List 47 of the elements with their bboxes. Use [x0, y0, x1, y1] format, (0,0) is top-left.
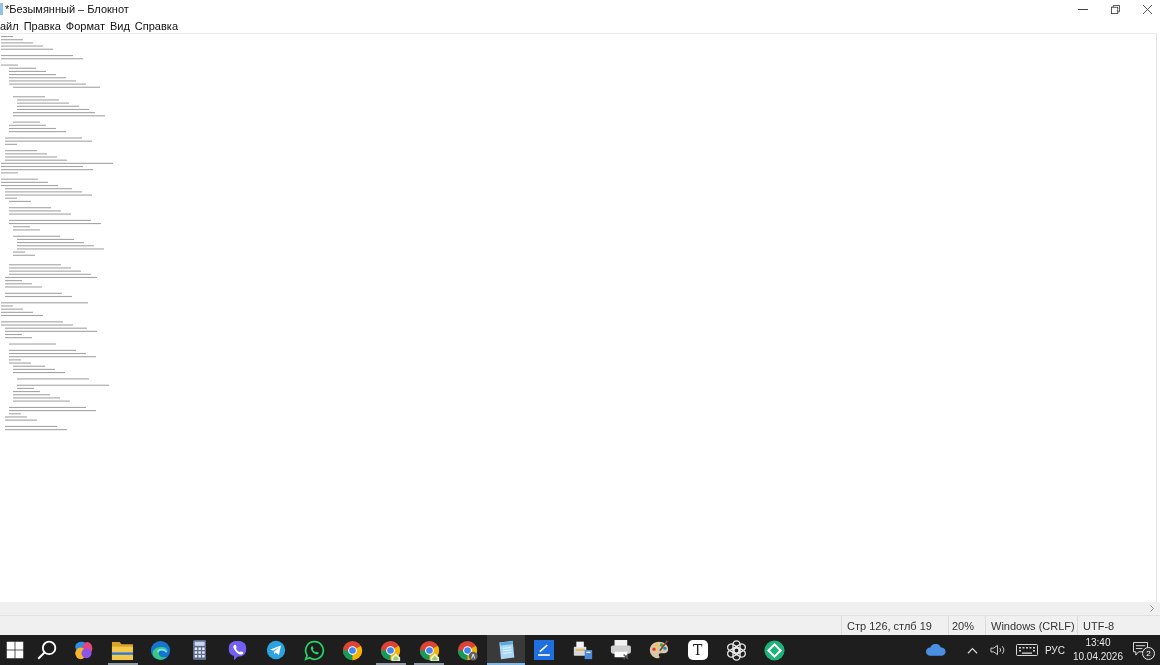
printer-icon: [610, 640, 632, 660]
swirl-icon: [150, 639, 172, 661]
segmented-ring-icon: [342, 639, 364, 661]
calculator-icon: [192, 640, 206, 660]
folder-icon: [111, 639, 134, 661]
taskbar-button[interactable]: [486, 635, 526, 665]
pen-tile-icon: [534, 640, 555, 660]
letter-tile-icon: T: [687, 640, 708, 660]
chevron-right-icon[interactable]: [1150, 605, 1154, 612]
zoom-level: 20%: [952, 619, 975, 632]
cloud-icon[interactable]: [925, 644, 946, 656]
phone-bubble-icon: [227, 639, 249, 661]
restore-icon: [1111, 4, 1120, 14]
menu-item[interactable]: айл: [0, 18, 20, 33]
menu-item[interactable]: Вид: [108, 18, 131, 33]
menu-item[interactable]: Правка: [22, 18, 62, 33]
chevron-up-icon[interactable]: [966, 646, 978, 654]
cursor-position: Стр 126, стлб 19: [847, 619, 932, 632]
clock-button[interactable]: 13:40 10.04.2026: [1072, 636, 1123, 664]
horizontal-scrollbar[interactable]: [0, 602, 1160, 615]
search-icon: [37, 640, 57, 660]
four-squares-icon: [5, 641, 24, 659]
petals-icon: [74, 640, 95, 660]
knot-icon: [725, 639, 747, 661]
close-icon: [1142, 4, 1152, 14]
speaker-icon[interactable]: [989, 644, 1005, 656]
paper-plane-icon: [265, 640, 286, 660]
keyboard-icon[interactable]: [1015, 644, 1038, 656]
menu-item[interactable]: Справка: [133, 18, 179, 33]
segmented-ring-badge-icon: [457, 639, 479, 661]
segmented-ring-badge-icon: [418, 639, 440, 661]
window-title: *Безымянный – Блокнот: [5, 3, 129, 15]
minimize-icon: [1077, 8, 1088, 10]
line-endings: Windows (CRLF): [991, 619, 1075, 632]
taskbar-button[interactable]: T: [678, 635, 717, 665]
segmented-ring-badge-icon: [380, 639, 402, 661]
notification-badge: 2: [1142, 647, 1155, 660]
language-indicator[interactable]: РУС: [1044, 644, 1065, 656]
notifications-button[interactable]: 2: [1133, 640, 1155, 660]
chat-phone-icon: [303, 639, 325, 661]
paint-palette-icon: [649, 640, 670, 660]
fax-machine-icon: [572, 640, 593, 660]
encoding: UTF-8: [1083, 619, 1115, 632]
app-icon: [0, 3, 3, 15]
menu-item[interactable]: Формат: [64, 18, 106, 33]
circle-diamond-icon: [763, 639, 785, 661]
message-icon: [1133, 642, 1148, 656]
